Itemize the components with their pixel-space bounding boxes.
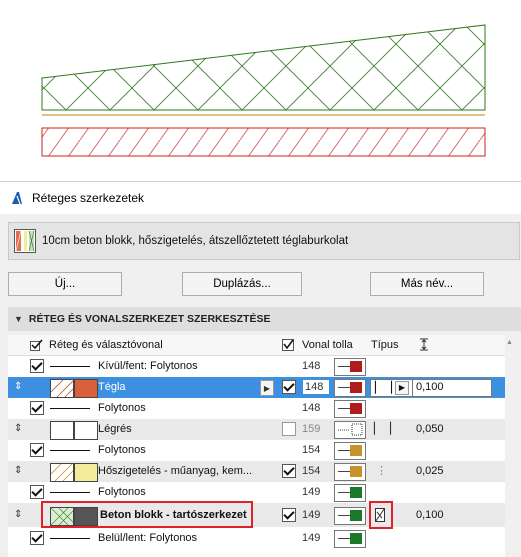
pen-number: 154 (302, 465, 321, 477)
pen-swatch[interactable] (334, 400, 366, 418)
table-row[interactable]: Belül/lent: Folytonos 149 (8, 528, 513, 549)
row-visible-checkbox[interactable] (30, 359, 44, 373)
pen-number: 149 (302, 509, 321, 521)
line-label: Folytonos (98, 486, 146, 498)
archicad-app-icon (12, 192, 22, 205)
expand-arrow-icon[interactable]: ▶ (260, 380, 274, 396)
type-line-icon: ▏▕ (374, 423, 391, 435)
pen-swatch[interactable] (334, 421, 366, 439)
pen-number: 154 (302, 444, 321, 456)
line-label: Folytonos (98, 444, 146, 456)
pen-swatch[interactable] (334, 379, 366, 397)
pen-swatch[interactable] (334, 530, 366, 548)
composite-preview-drawing (41, 24, 486, 157)
line-label: Belül/lent: Folytonos (98, 532, 198, 544)
row-visible-checkbox[interactable] (30, 401, 44, 415)
line-swatch (50, 538, 90, 539)
table-header: Réteg és választóvonal Vonal tolla Típus (8, 335, 513, 356)
line-swatch (50, 366, 90, 367)
header-layer: Réteg és választóvonal (49, 339, 163, 351)
row-visible-checkbox[interactable] (30, 485, 44, 499)
collapse-triangle-icon[interactable]: ▼ (14, 314, 23, 324)
thickness-value: 0,050 (416, 423, 444, 435)
table-row[interactable]: ⇕ Tégla ▶ 148 ▏▕ ▶ 0,100 (8, 377, 513, 398)
row-checkbox[interactable] (282, 422, 296, 436)
composite-preview (0, 0, 521, 180)
title-bar: Réteges szerkezetek (0, 182, 521, 214)
layer-table: Réteg és választóvonal Vonal tolla Típus… (8, 335, 513, 557)
line-label: Kívül/fent: Folytonos (98, 360, 198, 372)
layer-label: Tégla (98, 381, 126, 393)
table-row[interactable]: ⇕ Hőszigetelés - műanyag, kem... 154 ⋮ 0… (8, 461, 513, 482)
drag-handle-icon[interactable]: ⇕ (14, 465, 22, 476)
pen-swatch[interactable] (334, 358, 366, 376)
table-row[interactable]: Folytonos 149 (8, 482, 513, 503)
row-checkbox[interactable] (282, 380, 296, 394)
pen-swatch[interactable] (334, 507, 366, 525)
table-row[interactable]: ⇕ Légrés 159 ▏▕ 0,050 (8, 419, 513, 440)
table-scrollbar[interactable]: ▲ (505, 335, 513, 557)
type-selector[interactable]: ▏▕ ▶ (370, 379, 414, 397)
row-checkbox[interactable] (282, 508, 296, 522)
row-visible-checkbox[interactable] (30, 531, 44, 545)
thickness-value: 0,100 (416, 381, 444, 393)
pen-number: 149 (302, 532, 321, 544)
fill-pattern-icon (50, 463, 74, 482)
checkbox-header-icon (30, 339, 43, 351)
table-row[interactable]: Kívül/fent: Folytonos 148 (8, 356, 513, 377)
pen-swatch[interactable] (334, 442, 366, 460)
header-pen: Vonal tolla (302, 339, 353, 351)
duplicate-button[interactable]: Duplázás... (182, 272, 302, 296)
thickness-value: 0,025 (416, 465, 444, 477)
line-swatch (50, 450, 90, 451)
thickness-input[interactable]: 0,100 (412, 379, 492, 397)
pen-number: 149 (302, 486, 321, 498)
pen-swatch[interactable] (334, 484, 366, 502)
line-label: Folytonos (98, 402, 146, 414)
core-layer-highlight (41, 501, 253, 528)
new-button[interactable]: Új... (8, 272, 122, 296)
composite-name: 10cm beton blokk, hőszigetelés, átszellő… (42, 235, 349, 247)
pen-number: 159 (302, 423, 321, 435)
fill-pattern-icon (50, 421, 74, 440)
line-swatch (50, 492, 90, 493)
drag-handle-icon[interactable]: ⇕ (14, 509, 22, 520)
dialog-title: Réteges szerkezetek (32, 191, 145, 205)
composite-selector[interactable]: 10cm beton blokk, hőszigetelés, átszellő… (8, 222, 520, 260)
drag-handle-icon[interactable]: ⇕ (14, 381, 22, 392)
type-dotted-icon: ⋮ (376, 465, 387, 477)
pen-number: 148 (302, 402, 321, 414)
pen-number: 148 (302, 360, 321, 372)
row-checkbox[interactable] (282, 464, 296, 478)
composites-dialog: Réteges szerkezetek 10cm beton blokk, hő… (0, 181, 521, 557)
section-header[interactable]: ▼ RÉTEG ÉS VONALSZERKEZET SZERKESZTÉSE (8, 307, 521, 331)
rename-button[interactable]: Más név... (370, 272, 484, 296)
composite-swatch-icon (14, 229, 36, 253)
core-type-highlight (369, 501, 393, 529)
layer-label: Légrés (98, 423, 132, 435)
thickness-value: 0,100 (416, 509, 444, 521)
section-title: RÉTEG ÉS VONALSZERKEZET SZERKESZTÉSE (28, 313, 271, 325)
header-type: Típus (371, 339, 399, 351)
pen-number-input[interactable]: 148 (302, 379, 330, 395)
fill-color-swatch[interactable] (74, 421, 98, 440)
fill-color-swatch[interactable] (74, 463, 98, 482)
line-swatch (50, 408, 90, 409)
layer-label: Hőszigetelés - műanyag, kem... (98, 465, 253, 477)
pen-swatch[interactable] (334, 463, 366, 481)
row-visible-checkbox[interactable] (30, 443, 44, 457)
checkbox-all-icon[interactable] (282, 339, 298, 351)
fill-pattern-icon (50, 379, 74, 398)
scroll-up-icon[interactable]: ▲ (506, 339, 513, 346)
thickness-icon (420, 338, 428, 351)
table-row[interactable]: Folytonos 154 (8, 440, 513, 461)
type-arrow-icon[interactable]: ▶ (395, 381, 409, 395)
drag-handle-icon[interactable]: ⇕ (14, 423, 22, 434)
fill-color-swatch[interactable] (74, 379, 98, 398)
type-line-icon: ▏▕ (375, 382, 392, 394)
table-row[interactable]: Folytonos 148 (8, 398, 513, 419)
